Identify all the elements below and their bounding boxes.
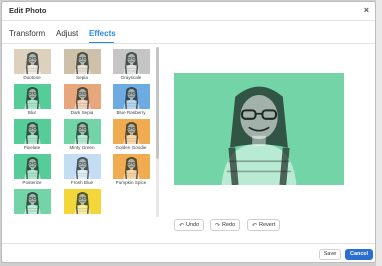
effect-label: Duotone <box>23 75 41 80</box>
redo-label: Redo <box>222 222 236 228</box>
close-icon[interactable]: × <box>364 6 369 15</box>
effect-thumbnail <box>113 119 150 144</box>
revert-icon: ↶ <box>252 222 258 229</box>
effect-option[interactable]: Dark Sepia <box>62 84 102 118</box>
tab-bar: Transform Adjust Effects <box>2 26 375 43</box>
effect-label: Dark Sepia <box>70 110 94 115</box>
effect-label: Blur <box>27 110 37 115</box>
tab-adjust[interactable]: Adjust <box>56 29 78 38</box>
undo-label: Undo <box>186 222 200 228</box>
effect-thumbnail <box>14 49 51 74</box>
effect-thumbnail <box>64 154 101 179</box>
effect-option[interactable]: Sepia <box>62 49 102 83</box>
redo-icon: ↷ <box>215 222 221 229</box>
effect-label: Pixelate <box>23 145 41 150</box>
effect-thumbnail <box>64 84 101 109</box>
revert-label: Revert <box>259 222 276 228</box>
effect-label: Blue Rasberry <box>116 110 146 115</box>
tabs-divider <box>2 43 375 44</box>
effect-label: Grayscale <box>120 75 142 80</box>
effect-option[interactable]: Minty Green <box>62 119 102 153</box>
save-button[interactable]: Save <box>319 249 341 260</box>
effect-option[interactable]: Frosh Blue <box>62 154 102 188</box>
revert-button[interactable]: ↶ Revert <box>247 219 281 231</box>
undo-icon: ↶ <box>179 222 185 229</box>
effect-option[interactable]: Pixelate <box>12 119 52 153</box>
effect-option[interactable]: Golden Goodie <box>111 119 151 153</box>
effect-thumbnail <box>14 119 51 144</box>
effect-option[interactable]: Posterize <box>12 154 52 188</box>
effect-option[interactable]: Pumpkin Spice <box>111 154 151 188</box>
effect-thumbnail <box>14 154 51 179</box>
effect-label: Golden Goodie <box>115 145 147 150</box>
effect-thumbnail <box>14 84 51 109</box>
effect-thumbnail <box>64 189 101 214</box>
cancel-button[interactable]: Cancel <box>345 249 373 260</box>
edit-photo-dialog: Edit Photo × Transform Adjust Effects Du… <box>1 1 376 263</box>
dialog-title-bar: Edit Photo × <box>2 2 375 21</box>
effect-label: Sepia <box>76 75 88 80</box>
effect-option[interactable]: Blur <box>12 84 52 118</box>
undo-button[interactable]: ↶ Undo <box>174 219 205 231</box>
redo-button[interactable]: ↷ Redo <box>210 219 241 231</box>
effects-scrollbar[interactable] <box>156 47 159 217</box>
effect-label: Frosh Blue <box>70 180 94 185</box>
effect-thumbnail <box>64 49 101 74</box>
effect-option[interactable]: Duotone <box>12 49 52 83</box>
effect-thumbnail <box>113 84 150 109</box>
dialog-title: Edit Photo <box>9 6 47 15</box>
effect-label: Minty Green <box>69 145 95 150</box>
effect-label: Posterize <box>22 180 42 185</box>
tab-effects[interactable]: Effects <box>89 29 116 38</box>
effect-option[interactable] <box>62 189 102 223</box>
tab-transform[interactable]: Transform <box>9 29 45 38</box>
effect-thumbnail <box>113 49 150 74</box>
effect-thumbnail <box>14 189 51 214</box>
effect-option[interactable]: Grayscale <box>111 49 151 83</box>
footer-divider <box>2 243 375 244</box>
effect-label: Pumpkin Spice <box>115 180 147 185</box>
effects-list: Duotone Sepia Grayscale Blur Dark Sepia Blue … <box>10 47 157 232</box>
preview-image <box>174 73 344 185</box>
photo-preview <box>174 73 344 185</box>
effect-thumbnail <box>64 119 101 144</box>
effect-option[interactable]: Blue Rasberry <box>111 84 151 118</box>
backdrop-edge <box>376 0 382 266</box>
scrollbar-thumb[interactable] <box>156 47 159 159</box>
effect-thumbnail <box>113 154 150 179</box>
effect-option[interactable] <box>12 189 52 223</box>
